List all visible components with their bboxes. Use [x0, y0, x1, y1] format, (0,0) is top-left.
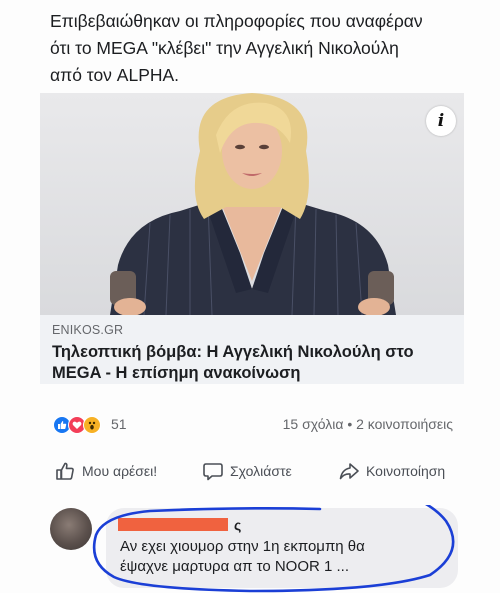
- comment-icon: [203, 463, 223, 481]
- post-text-line: ότι το MEGA "κλέβει" την Αγγελική Νικολο…: [50, 38, 399, 58]
- share-button-label: Κοινοποίηση: [366, 463, 446, 479]
- comment-text: Αν εχει χιουμορ στην 1η εκπομπη θα έψαχν…: [120, 537, 450, 577]
- comment-button-label: Σχολιάστε: [230, 463, 292, 479]
- comment-author-name[interactable]: ς: [234, 517, 241, 533]
- comment-text-line: έψαχνε μαρτυρα απ το NOOR 1 ...: [120, 558, 350, 575]
- name-redaction: [118, 518, 228, 531]
- link-title[interactable]: Τηλεοπτική βόμβα: Η Αγγελική Νικολούλη σ…: [52, 342, 457, 384]
- reaction-count[interactable]: 51: [111, 416, 127, 432]
- post-text: Επιβεβαιώθηκαν οι πληροφορίες που αναφέρ…: [50, 8, 470, 89]
- like-button-label: Μου αρέσει!: [82, 463, 158, 479]
- post-text-line: Επιβεβαιώθηκαν οι πληροφορίες που αναφέρ…: [50, 11, 423, 31]
- link-meta: ENIKOS.GR Τηλεοπτική βόμβα: Η Αγγελική Ν…: [52, 323, 457, 384]
- link-domain: ENIKOS.GR: [52, 323, 124, 337]
- post-text-line: από τον ALPHA.: [50, 65, 180, 85]
- woman-portrait-image: [110, 93, 396, 315]
- reactions-summary: 51 15 σχόλια • 2 κοινοποιήσεις: [53, 414, 453, 436]
- share-button[interactable]: Κοινοποίηση: [338, 460, 445, 482]
- reaction-icons[interactable]: [53, 414, 107, 436]
- avatar[interactable]: [50, 508, 92, 550]
- like-button[interactable]: Μου αρέσει!: [54, 460, 157, 482]
- post-actions: Μου αρέσει! Σχολιάστε Κοινοποίηση: [50, 460, 455, 490]
- comment-text-line: Αν εχει χιουμορ στην 1η εκπομπη θα: [120, 538, 365, 555]
- comments-shares-count[interactable]: 15 σχόλια • 2 κοινοποιήσεις: [283, 416, 453, 432]
- comment-button[interactable]: Σχολιάστε: [202, 460, 292, 482]
- share-icon: [339, 463, 359, 480]
- comment: ς Αν εχει χιουμορ στην 1η εκπομπη θα έψα…: [0, 505, 500, 593]
- wow-icon: [83, 416, 101, 434]
- info-icon[interactable]: i: [426, 106, 456, 136]
- link-preview-card[interactable]: i ENIKOS.GR Τηλεοπτική βόμβα: Η Αγγελική…: [40, 93, 464, 384]
- link-title-line: Τηλεοπτική βόμβα: Η Αγγελική Νικολούλη σ…: [52, 343, 414, 361]
- link-preview-image[interactable]: i: [40, 93, 464, 315]
- link-title-line: MEGA - Η επίσημη ανακοίνωση: [52, 364, 301, 382]
- comment-bubble[interactable]: ς Αν εχει χιουμορ στην 1η εκπομπη θα έψα…: [106, 508, 458, 588]
- thumbs-up-icon: [56, 462, 74, 480]
